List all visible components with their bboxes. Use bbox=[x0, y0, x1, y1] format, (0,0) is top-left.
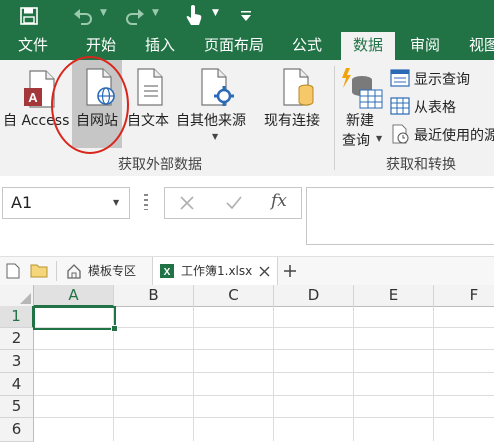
close-tab-icon[interactable] bbox=[259, 266, 270, 277]
name-box[interactable]: A1 ▼ bbox=[2, 187, 130, 219]
select-all-icon bbox=[20, 293, 31, 304]
grid-line bbox=[353, 306, 354, 441]
insert-function-icon[interactable]: fx bbox=[271, 191, 287, 211]
tab-divider bbox=[56, 261, 57, 281]
grid-line bbox=[34, 395, 494, 396]
touch-dropdown-icon[interactable]: ▼ bbox=[212, 8, 219, 18]
title-bar: ▼ ▼ ▼ bbox=[0, 0, 494, 32]
tab-formulas[interactable]: 公式 bbox=[292, 32, 324, 60]
table-icon bbox=[390, 97, 410, 115]
select-all-corner[interactable] bbox=[0, 285, 34, 307]
tab-insert[interactable]: 插入 bbox=[145, 32, 177, 60]
other-sources-dropdown-icon[interactable]: ▼ bbox=[212, 132, 218, 141]
grid-line bbox=[34, 349, 494, 350]
show-queries-button[interactable]: 显示查询 bbox=[390, 68, 494, 90]
from-text-label[interactable]: 自文本 bbox=[127, 110, 169, 130]
new-query-label-1[interactable]: 新建 bbox=[346, 110, 374, 130]
excel-file-icon: X bbox=[160, 264, 174, 278]
undo-icon[interactable] bbox=[72, 6, 94, 26]
recent-sources-button[interactable]: 最近使用的源 bbox=[390, 124, 494, 146]
group-label-get-transform: 获取和转换 bbox=[386, 157, 456, 173]
from-other-sources-label[interactable]: 自其他来源 bbox=[176, 110, 246, 130]
redo-dropdown-icon[interactable]: ▼ bbox=[152, 8, 159, 18]
redo-icon[interactable] bbox=[124, 6, 146, 26]
row-header-5[interactable]: 5 bbox=[0, 396, 34, 418]
existing-connections-label[interactable]: 现有连接 bbox=[264, 110, 320, 130]
formula-buttons: fx bbox=[164, 187, 302, 219]
existing-connections-icon bbox=[283, 68, 314, 106]
name-box-value: A1 bbox=[11, 193, 33, 212]
text-file-icon bbox=[137, 68, 163, 106]
new-file-icon[interactable] bbox=[6, 263, 20, 279]
show-queries-label: 显示查询 bbox=[414, 72, 470, 88]
row-header-3[interactable]: 3 bbox=[0, 350, 34, 373]
grid-line bbox=[273, 306, 274, 441]
name-box-dropdown-icon[interactable]: ▼ bbox=[113, 198, 119, 207]
column-header-b[interactable]: B bbox=[114, 285, 194, 307]
other-sources-icon bbox=[201, 68, 234, 106]
formula-input[interactable] bbox=[306, 187, 494, 245]
ribbon-data: A 自 Access 自网站 自文本 自其他来源 ▼ 现有连接 获取外部数据 新… bbox=[0, 56, 494, 177]
tab-view[interactable]: 视图 bbox=[469, 32, 494, 60]
new-query-icon bbox=[342, 68, 383, 109]
tab-data[interactable]: 数据 bbox=[341, 32, 395, 60]
cancel-icon[interactable] bbox=[179, 195, 195, 211]
grid-line bbox=[34, 417, 494, 418]
workbook-tab-label: 工作簿1.xlsx bbox=[181, 264, 253, 278]
templates-tab-label: 模板专区 bbox=[88, 264, 137, 278]
document-tab-bar: 模板专区 X 工作簿1.xlsx bbox=[0, 256, 494, 286]
svg-text:A: A bbox=[28, 90, 38, 105]
recent-sources-icon bbox=[392, 124, 409, 144]
tab-file[interactable]: 文件 bbox=[18, 32, 50, 60]
from-table-button[interactable]: 从表格 bbox=[390, 96, 494, 118]
new-query-dropdown-icon[interactable]: ▼ bbox=[376, 134, 382, 143]
home-icon bbox=[67, 264, 81, 279]
tab-page-layout[interactable]: 页面布局 bbox=[204, 32, 266, 60]
cell-a1[interactable] bbox=[33, 306, 116, 330]
open-folder-icon[interactable] bbox=[30, 263, 48, 278]
column-header-e[interactable]: E bbox=[354, 285, 434, 307]
group-separator bbox=[334, 66, 335, 170]
column-header-a[interactable]: A bbox=[34, 285, 114, 307]
save-icon[interactable] bbox=[20, 7, 38, 25]
column-header-c[interactable]: C bbox=[194, 285, 274, 307]
row-header-2[interactable]: 2 bbox=[0, 328, 34, 350]
touch-mode-icon[interactable] bbox=[184, 4, 204, 26]
workbook-tab[interactable]: X 工作簿1.xlsx bbox=[152, 257, 278, 285]
recent-sources-label: 最近使用的源 bbox=[414, 128, 494, 144]
group-label-external-data: 获取外部数据 bbox=[118, 157, 202, 173]
formula-bar-grip-icon[interactable] bbox=[144, 194, 148, 210]
grid-line bbox=[433, 306, 434, 441]
column-header-d[interactable]: D bbox=[274, 285, 354, 307]
add-tab-icon[interactable] bbox=[283, 264, 297, 278]
show-queries-icon bbox=[390, 69, 410, 87]
fill-handle[interactable] bbox=[111, 325, 118, 332]
svg-text:X: X bbox=[164, 267, 171, 278]
enter-icon[interactable] bbox=[225, 195, 243, 211]
from-table-label: 从表格 bbox=[414, 100, 456, 116]
tab-review[interactable]: 审阅 bbox=[410, 32, 442, 60]
new-query-label-2[interactable]: 查询 bbox=[342, 130, 370, 150]
row-header-4[interactable]: 4 bbox=[0, 373, 34, 396]
formula-bar: A1 ▼ fx bbox=[0, 176, 494, 256]
grid-line bbox=[193, 306, 194, 441]
undo-dropdown-icon[interactable]: ▼ bbox=[100, 8, 107, 18]
customize-toolbar-icon[interactable] bbox=[240, 10, 252, 22]
templates-tab[interactable]: 模板专区 bbox=[62, 257, 148, 285]
column-header-f[interactable]: F bbox=[434, 285, 494, 307]
highlight-ring bbox=[51, 56, 129, 154]
row-header-6[interactable]: 6 bbox=[0, 418, 34, 442]
row-header-1[interactable]: 1 bbox=[0, 306, 34, 328]
grid-line bbox=[34, 372, 494, 373]
